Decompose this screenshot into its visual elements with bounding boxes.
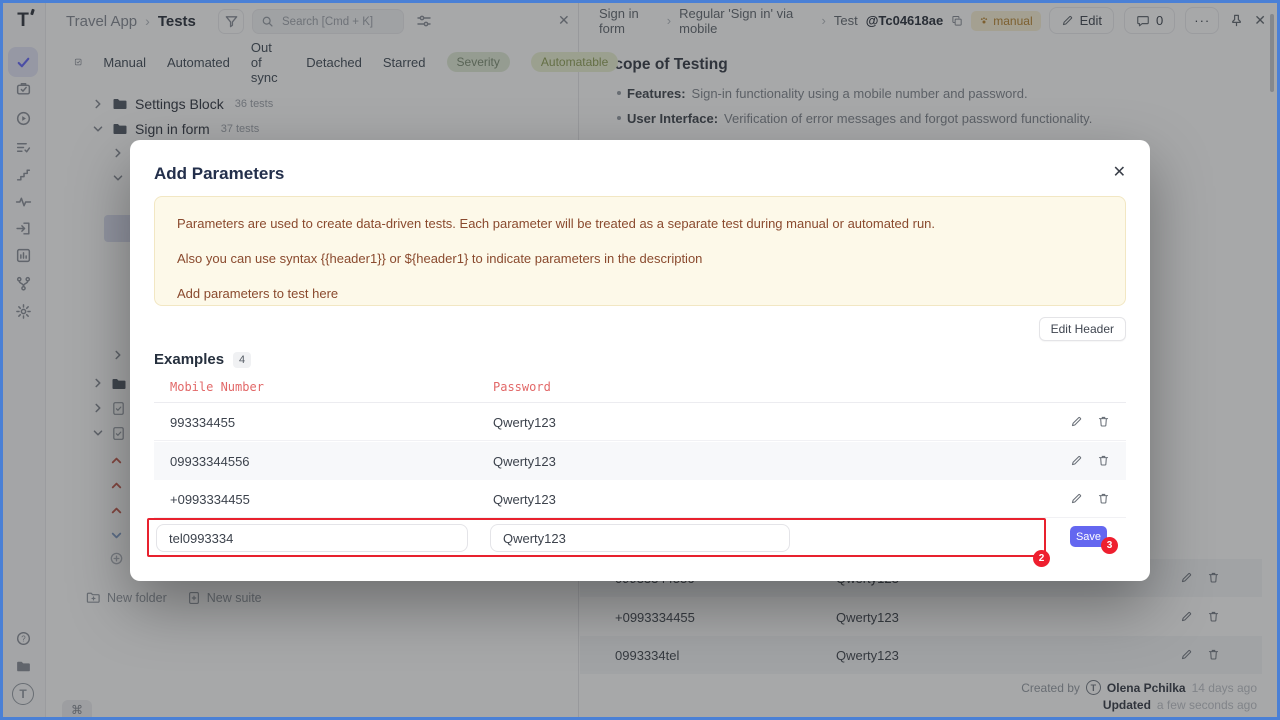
delete-row-icon[interactable]	[1097, 492, 1110, 505]
app-window: T ?	[0, 0, 1280, 720]
param-password: Qwerty123	[493, 492, 556, 507]
modal-title: Add Parameters	[154, 164, 284, 184]
column-header-password: Password	[493, 380, 551, 394]
parameters-info-box: Parameters are used to create data-drive…	[154, 196, 1126, 306]
edit-row-icon[interactable]	[1070, 454, 1083, 467]
edit-row-icon[interactable]	[1070, 415, 1083, 428]
parameter-row: 09933344556 Qwerty123	[154, 442, 1126, 480]
delete-row-icon[interactable]	[1097, 415, 1110, 428]
parameter-row: +0993334455 Qwerty123	[154, 480, 1126, 518]
parameter-row: 993334455 Qwerty123	[154, 403, 1126, 441]
examples-title: Examples	[154, 351, 224, 368]
param-mobile: 993334455	[170, 415, 235, 430]
param-password: Qwerty123	[493, 454, 556, 469]
info-line: Also you can use syntax {{header1}} or $…	[177, 251, 1103, 266]
new-password-input[interactable]	[490, 524, 790, 552]
param-mobile: 09933344556	[170, 454, 250, 469]
info-line: Parameters are used to create data-drive…	[177, 216, 1103, 231]
delete-row-icon[interactable]	[1097, 454, 1110, 467]
annotation-step-3: 3	[1101, 537, 1118, 554]
modal-close-icon[interactable]: ✕	[1113, 162, 1126, 182]
param-mobile: +0993334455	[170, 492, 250, 507]
info-line: Add parameters to test here	[177, 286, 1103, 301]
param-password: Qwerty123	[493, 415, 556, 430]
edit-header-button[interactable]: Edit Header	[1039, 317, 1126, 341]
examples-count-badge: 4	[233, 352, 251, 368]
add-parameters-modal: Add Parameters ✕ Parameters are used to …	[130, 140, 1150, 581]
new-mobile-input[interactable]	[156, 524, 468, 552]
annotation-step-2: 2	[1033, 550, 1050, 567]
examples-heading: Examples 4	[154, 351, 251, 368]
column-header-mobile: Mobile Number	[170, 380, 264, 394]
edit-row-icon[interactable]	[1070, 492, 1083, 505]
